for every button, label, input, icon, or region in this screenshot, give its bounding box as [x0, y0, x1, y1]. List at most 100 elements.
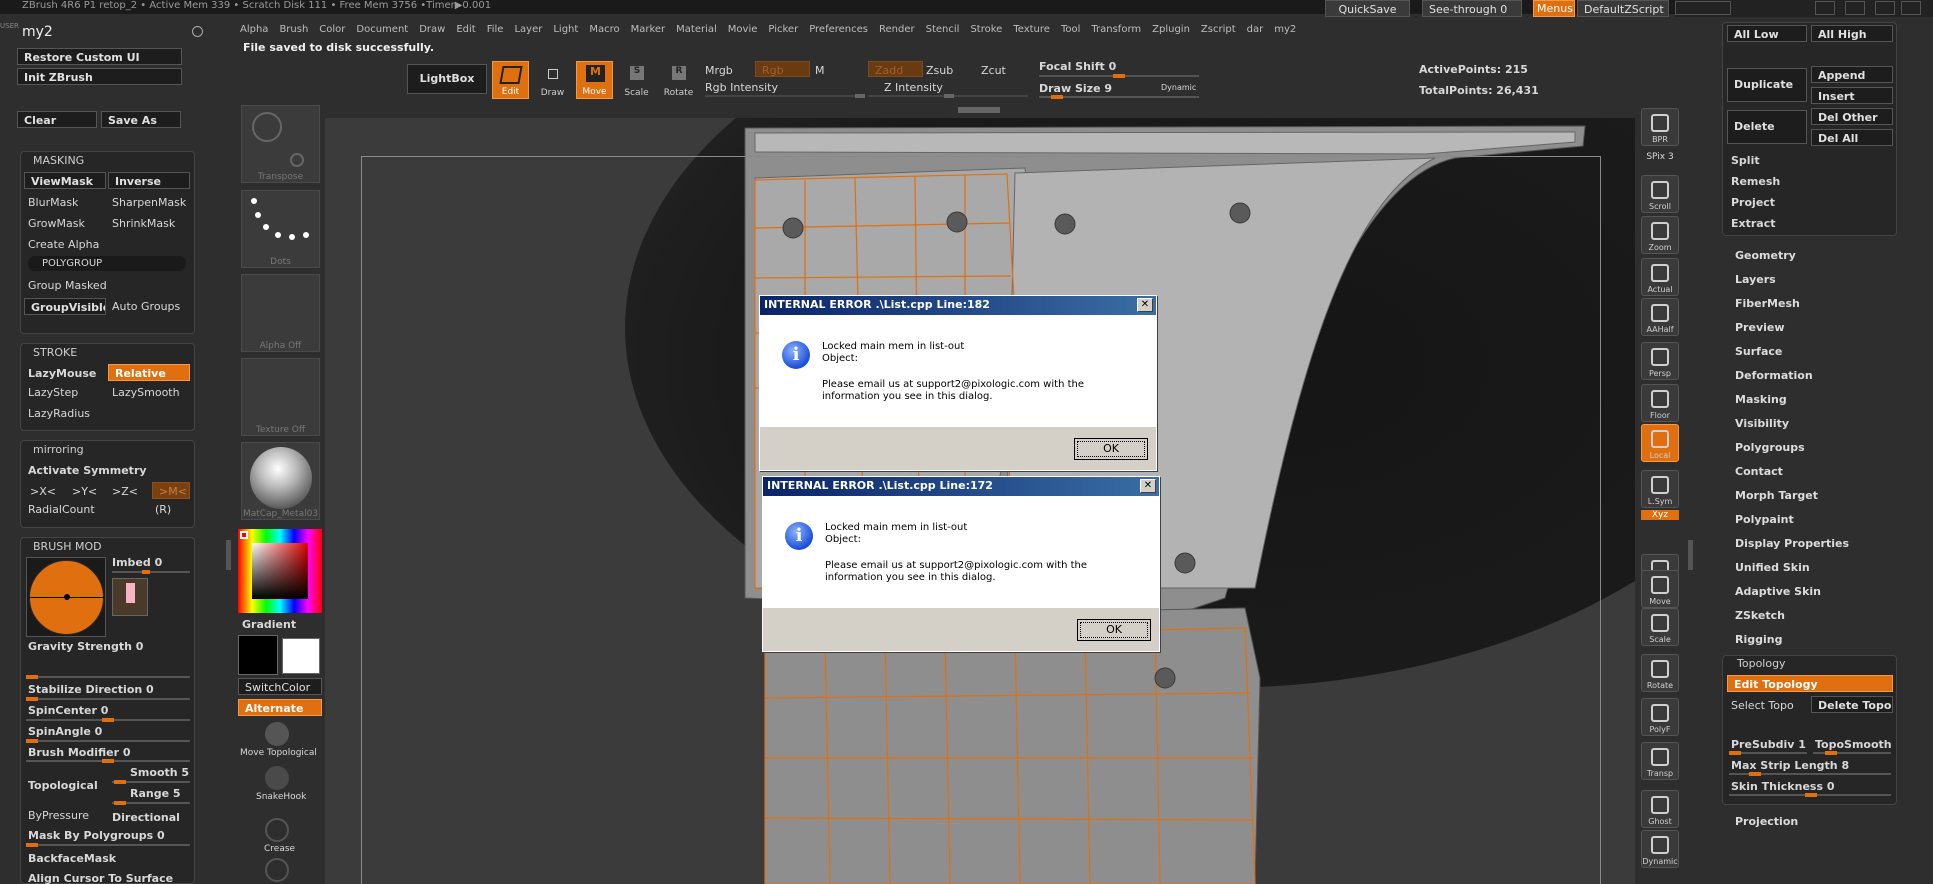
align-cursor-toggle[interactable]: Align Cursor To Surface — [28, 872, 173, 884]
crease-brush-icon[interactable] — [265, 818, 289, 842]
zcut-toggle[interactable]: Zcut — [981, 64, 1006, 77]
main-color-swatch[interactable] — [238, 635, 278, 675]
dock-icon[interactable] — [1845, 1, 1865, 15]
dialog-2-ok-button[interactable]: OK — [1077, 619, 1151, 641]
top-scroll-handle[interactable] — [958, 107, 1000, 113]
clear-button[interactable]: Clear — [17, 111, 97, 128]
activate-symmetry-button[interactable]: Activate Symmetry — [28, 464, 147, 477]
imbed-track[interactable] — [112, 570, 190, 574]
right-shelf-collapse-handle[interactable] — [1688, 540, 1693, 570]
tool-menu-preview[interactable]: Preview — [1735, 321, 1785, 334]
skin-thickness-track[interactable] — [1729, 793, 1891, 797]
refresh-icon[interactable] — [192, 26, 203, 37]
projection-menu[interactable]: Projection — [1735, 815, 1798, 828]
tool-menu-unified-skin[interactable]: Unified Skin — [1735, 561, 1810, 574]
menu-dar[interactable]: dar — [1247, 24, 1264, 35]
spincenter-slider[interactable]: SpinCenter 0 — [28, 704, 108, 717]
tool-menu-display-properties[interactable]: Display Properties — [1735, 537, 1849, 550]
select-topo-button[interactable]: Select Topo — [1731, 699, 1794, 712]
tool-menu-fibermesh[interactable]: FiberMesh — [1735, 297, 1800, 310]
stabilize-track[interactable] — [26, 697, 190, 701]
right-tool-xyz[interactable]: Xyz — [1641, 510, 1679, 520]
bypressure-toggle[interactable]: ByPressure — [28, 809, 89, 822]
menu-render[interactable]: Render — [879, 24, 915, 35]
maximize-icon[interactable] — [1901, 1, 1921, 15]
zsub-toggle[interactable]: Zsub — [926, 64, 953, 77]
material-button[interactable]: MatCap_Metal03 — [241, 442, 320, 520]
sym-z-toggle[interactable]: >Z< — [112, 485, 138, 498]
menu-document[interactable]: Document — [356, 24, 408, 35]
menu-layer[interactable]: Layer — [514, 24, 542, 35]
menu-tool[interactable]: Tool — [1061, 24, 1080, 35]
presubdiv-track[interactable] — [1729, 751, 1807, 755]
alternate-button[interactable]: Alternate — [238, 699, 322, 716]
presubdiv-slider[interactable]: PreSubdiv 1 — [1731, 738, 1806, 751]
edit-button[interactable]: Edit — [492, 61, 529, 99]
brush-modifier-slider[interactable]: Brush Modifier 0 — [28, 746, 131, 759]
smooth-slider[interactable]: Smooth 5 — [130, 766, 189, 779]
brush-preview-icon[interactable] — [112, 578, 148, 616]
menu-light[interactable]: Light — [553, 24, 578, 35]
shrinkmask-button[interactable]: ShrinkMask — [112, 217, 175, 230]
directional-toggle[interactable]: Directional — [112, 811, 180, 824]
dialog-2-close-icon[interactable]: ✕ — [1140, 479, 1156, 493]
lightbox-button[interactable]: LightBox — [407, 64, 487, 94]
dialog-1-close-icon[interactable]: ✕ — [1137, 298, 1153, 312]
del-all-button[interactable]: Del All — [1811, 129, 1893, 146]
z-intensity-slider[interactable]: Z Intensity — [884, 81, 943, 94]
delete-button[interactable]: Delete — [1727, 110, 1807, 144]
rgb-intensity-track[interactable] — [705, 94, 865, 98]
remesh-button[interactable]: Remesh — [1731, 175, 1780, 188]
right-tool-local[interactable]: Local — [1641, 424, 1679, 462]
growmask-button[interactable]: GrowMask — [28, 217, 85, 230]
snakehook-brush-icon[interactable] — [265, 766, 289, 790]
menu-transform[interactable]: Transform — [1091, 24, 1141, 35]
stabilize-direction-slider[interactable]: Stabilize Direction 0 — [28, 683, 154, 696]
scale-button[interactable]: S Scale — [618, 61, 655, 99]
menu-my2[interactable]: my2 — [1274, 24, 1296, 35]
split-button[interactable]: Split — [1731, 154, 1760, 167]
all-high-button[interactable]: All High — [1811, 25, 1893, 42]
menu-texture[interactable]: Texture — [1013, 24, 1050, 35]
right-tool-ghost[interactable]: Ghost — [1641, 790, 1679, 828]
range-track[interactable] — [112, 801, 190, 805]
rotate-button[interactable]: R Rotate — [660, 61, 697, 99]
tool-menu-zsketch[interactable]: ZSketch — [1735, 609, 1785, 622]
right-tool-actual[interactable]: Actual — [1641, 258, 1679, 296]
minimize-icon[interactable] — [1875, 1, 1895, 15]
quicksave-button[interactable]: QuickSave — [1325, 0, 1410, 17]
save-as-button[interactable]: Save As — [101, 111, 181, 128]
tool-menu-surface[interactable]: Surface — [1735, 345, 1782, 358]
right-tool-persp[interactable]: Persp — [1641, 342, 1679, 380]
toposmooth-slider[interactable]: TopoSmooth — [1815, 738, 1892, 751]
focal-shift-slider[interactable]: Focal Shift 0 — [1039, 60, 1116, 73]
edit-topology-toggle[interactable]: Edit Topology — [1727, 675, 1893, 692]
lazystep-slider[interactable]: LazyStep — [28, 386, 78, 399]
tool-menu-polygroups[interactable]: Polygroups — [1735, 441, 1805, 454]
auto-groups-button[interactable]: Auto Groups — [112, 300, 180, 313]
brush-modifier-track[interactable] — [26, 759, 190, 763]
menu-picker[interactable]: Picker — [768, 24, 798, 35]
right-tool-aahalf[interactable]: AAHalf — [1641, 298, 1679, 336]
tool-menu-visibility[interactable]: Visibility — [1735, 417, 1789, 430]
gravity-track[interactable] — [26, 675, 190, 679]
right-tool-scroll[interactable]: Scroll — [1641, 175, 1679, 213]
menu-zscript[interactable]: Zscript — [1201, 24, 1236, 35]
tool-menu-deformation[interactable]: Deformation — [1735, 369, 1813, 382]
menu-brush[interactable]: Brush — [279, 24, 308, 35]
menu-marker[interactable]: Marker — [631, 24, 666, 35]
color-square[interactable] — [252, 543, 308, 599]
lazymouse-toggle[interactable]: LazyMouse — [28, 367, 96, 380]
m-toggle[interactable]: M — [815, 64, 825, 77]
menu-zplugin[interactable]: Zplugin — [1152, 24, 1190, 35]
color-picker[interactable] — [238, 529, 322, 613]
right-tool-zoom[interactable]: Zoom — [1641, 216, 1679, 254]
topological-toggle[interactable]: Topological — [28, 779, 98, 792]
rgb-toggle[interactable]: Rgb — [755, 61, 810, 77]
viewmask-button[interactable]: ViewMask — [24, 172, 106, 189]
right-tool-spix-3[interactable]: SPix 3 — [1641, 152, 1679, 162]
menu-macro[interactable]: Macro — [589, 24, 619, 35]
right-tool-l-sym[interactable]: L.Sym — [1641, 470, 1679, 508]
duplicate-button[interactable]: Duplicate — [1727, 68, 1807, 102]
mrgb-toggle[interactable]: Mrgb — [705, 64, 733, 77]
